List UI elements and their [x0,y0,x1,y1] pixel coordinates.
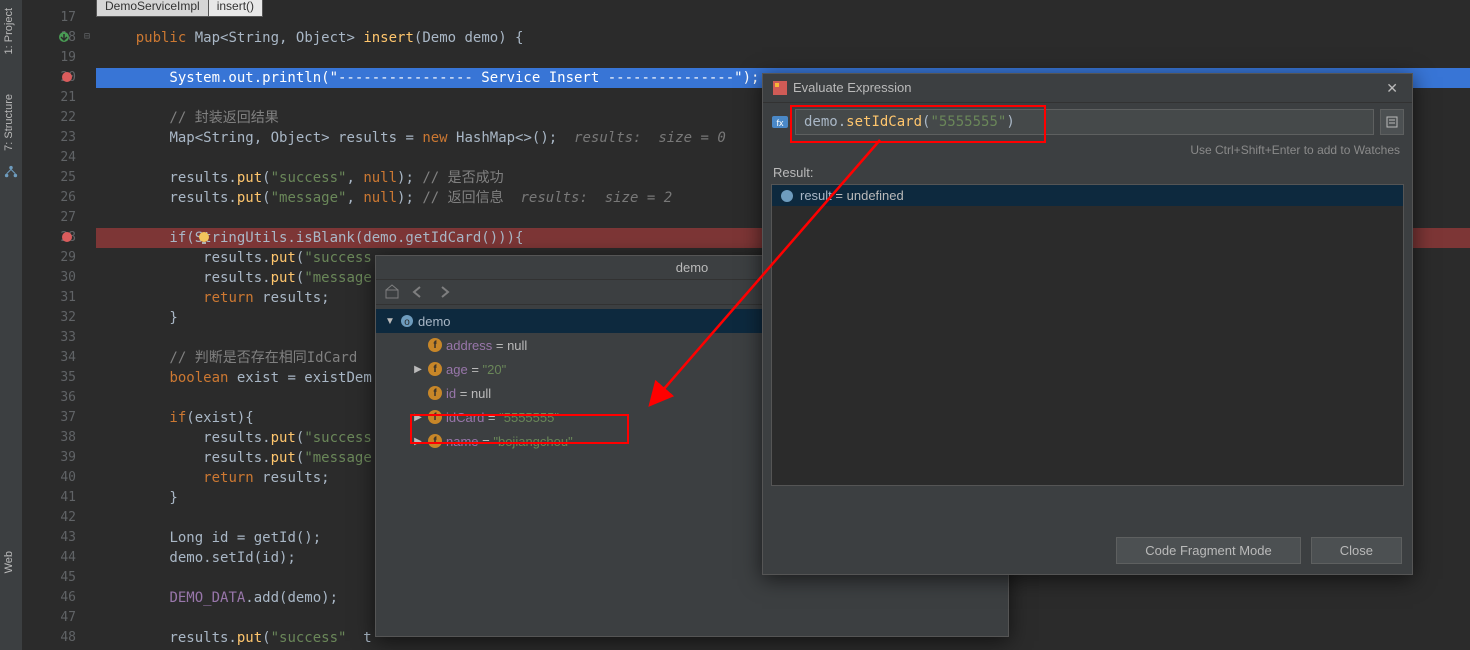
line-number: 44 [46,548,76,568]
line-number: 30 [46,268,76,288]
expand-arrow-icon[interactable]: ▶ [412,412,424,423]
line-number: 45 [46,568,76,588]
svg-text:o: o [404,317,410,328]
line-number: 25 [46,168,76,188]
dialog-titlebar[interactable]: Evaluate Expression ✕ [763,74,1412,103]
breadcrumb-bar: DemoServiceImpl insert() [96,0,263,17]
tool-window-bar: 1: Project 7: Structure Web [0,0,23,650]
line-number: 48 [46,628,76,648]
field-icon: f [428,410,442,424]
line-number: 26 [46,188,76,208]
close-icon[interactable]: ✕ [1382,74,1402,102]
field-icon: f [428,362,442,376]
result-label: Result: [763,163,1412,182]
inspector-back-icon[interactable] [410,284,426,300]
line-number: 46 [46,588,76,608]
inspector-home-icon[interactable] [384,284,400,300]
line-number: 41 [46,488,76,508]
expand-arrow-icon[interactable]: ▼ [384,316,396,327]
structure-tool-tab[interactable]: 7: Structure [0,86,18,159]
line-number: 19 [46,48,76,68]
object-icon: o [400,314,414,328]
expand-arrow-icon[interactable]: ▶ [412,364,424,375]
evaluate-expression-dialog: Evaluate Expression ✕ fx demo.setIdCard(… [762,73,1413,575]
project-tool-tab[interactable]: 1: Project [0,0,18,62]
line-number: 29 [46,248,76,268]
field-icon: f [428,386,442,400]
field-icon: f [428,338,442,352]
line-number: 39 [46,448,76,468]
dialog-buttons: Code Fragment Mode Close [1116,537,1402,564]
expression-input-row: fx demo.setIdCard("5555555") [763,103,1412,141]
svg-text:fx: fx [776,118,784,128]
line-number: 47 [46,608,76,628]
history-button[interactable] [1380,109,1404,135]
override-icon[interactable] [58,31,70,43]
line-number: 43 [46,528,76,548]
breadcrumb-method[interactable]: insert() [209,0,262,16]
editor-gutter[interactable]: 17 18 19 20 21 22 23 24 25 26 27 28 29 3… [22,0,83,650]
result-panel[interactable]: result = undefined [771,184,1404,486]
dialog-title: Evaluate Expression [793,74,912,102]
line-number: 27 [46,208,76,228]
line-number: 37 [46,408,76,428]
web-tool-tab[interactable]: Web [0,543,18,581]
code-line: public Map<String, Object> insert(Demo d… [96,28,1470,48]
watches-hint: Use Ctrl+Shift+Enter to add to Watches [763,141,1412,163]
line-number: 31 [46,288,76,308]
expression-icon: fx [771,113,789,131]
breakpoint-icon[interactable] [62,232,72,242]
line-number: 35 [46,368,76,388]
line-number: 34 [46,348,76,368]
breakpoint-icon[interactable] [62,72,72,82]
close-button[interactable]: Close [1311,537,1402,564]
fold-column: ⊟ [82,0,96,650]
line-number: 23 [46,128,76,148]
line-number: 24 [46,148,76,168]
line-number: 32 [46,308,76,328]
line-number: 40 [46,468,76,488]
line-number: 38 [46,428,76,448]
line-number: 42 [46,508,76,528]
intention-bulb-icon[interactable] [196,230,212,246]
code-fragment-mode-button[interactable]: Code Fragment Mode [1116,537,1300,564]
line-number: 36 [46,388,76,408]
expression-input[interactable]: demo.setIdCard("5555555") [795,109,1374,135]
line-number: 33 [46,328,76,348]
result-icon [780,189,794,203]
line-number: 21 [46,88,76,108]
line-number: 17 [46,8,76,28]
intellij-icon [773,81,787,95]
history-icon [1385,115,1399,129]
fold-toggle-icon[interactable]: ⊟ [84,32,94,42]
result-row[interactable]: result = undefined [772,185,1403,206]
line-number: 22 [46,108,76,128]
field-icon: f [428,434,442,448]
inspector-forward-icon[interactable] [436,284,452,300]
structure-icon [4,165,18,179]
breadcrumb-class[interactable]: DemoServiceImpl [97,0,209,16]
expand-arrow-icon[interactable]: ▶ [412,436,424,447]
